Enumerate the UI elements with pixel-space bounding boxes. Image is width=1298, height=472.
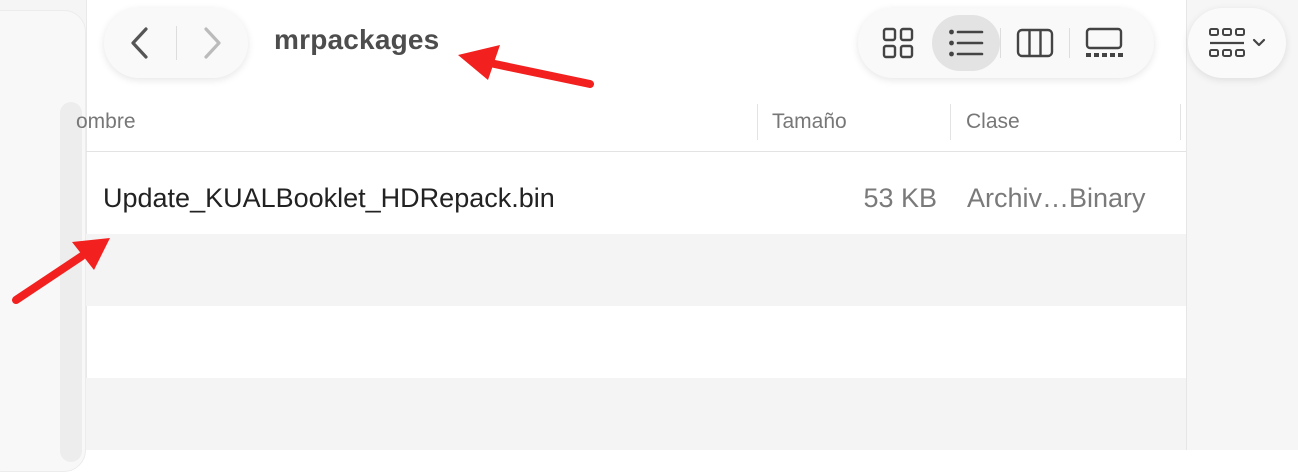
sidebar xyxy=(0,0,87,472)
navigation-group xyxy=(104,8,248,78)
column-header-size[interactable]: Tamaño xyxy=(772,100,847,144)
group-by-icon xyxy=(1209,28,1245,57)
chevron-right-icon xyxy=(204,27,221,59)
file-name-cell: Update_KUALBooklet_HDRepack.bin xyxy=(103,183,555,213)
chevron-left-icon xyxy=(131,27,148,59)
list-view-button[interactable] xyxy=(932,15,1000,71)
column-header-name[interactable]: ombre xyxy=(76,100,136,144)
table-row-empty xyxy=(86,306,1186,378)
window-title: mrpackages xyxy=(274,24,440,55)
forward-button[interactable] xyxy=(177,8,249,78)
gallery-icon xyxy=(1085,27,1123,57)
columns-icon xyxy=(1016,28,1054,58)
view-mode-group xyxy=(858,8,1154,78)
table-row-empty xyxy=(86,378,1186,450)
column-divider[interactable] xyxy=(1180,104,1181,140)
header-rule xyxy=(86,151,1186,152)
file-kind-cell: Archiv…Binary xyxy=(967,183,1146,213)
table-row[interactable]: Update_KUALBooklet_HDRepack.bin 53 KB Ar… xyxy=(86,162,1186,234)
list-icon xyxy=(949,29,984,57)
icon-view-button[interactable] xyxy=(864,15,932,71)
sidebar-scrollbar[interactable] xyxy=(60,102,82,462)
grid-icon xyxy=(882,27,914,59)
group-by-button[interactable] xyxy=(1188,8,1286,78)
table-row-empty xyxy=(86,234,1186,306)
back-button[interactable] xyxy=(104,8,176,78)
file-size-cell: 53 KB xyxy=(863,183,937,213)
column-header-kind[interactable]: Clase xyxy=(966,100,1020,144)
column-divider[interactable] xyxy=(950,104,951,140)
chevron-down-icon xyxy=(1252,38,1266,47)
column-view-button[interactable] xyxy=(1001,15,1069,71)
gallery-view-button[interactable] xyxy=(1070,15,1138,71)
annotation-arrow-title xyxy=(458,45,594,88)
column-divider[interactable] xyxy=(757,104,758,140)
